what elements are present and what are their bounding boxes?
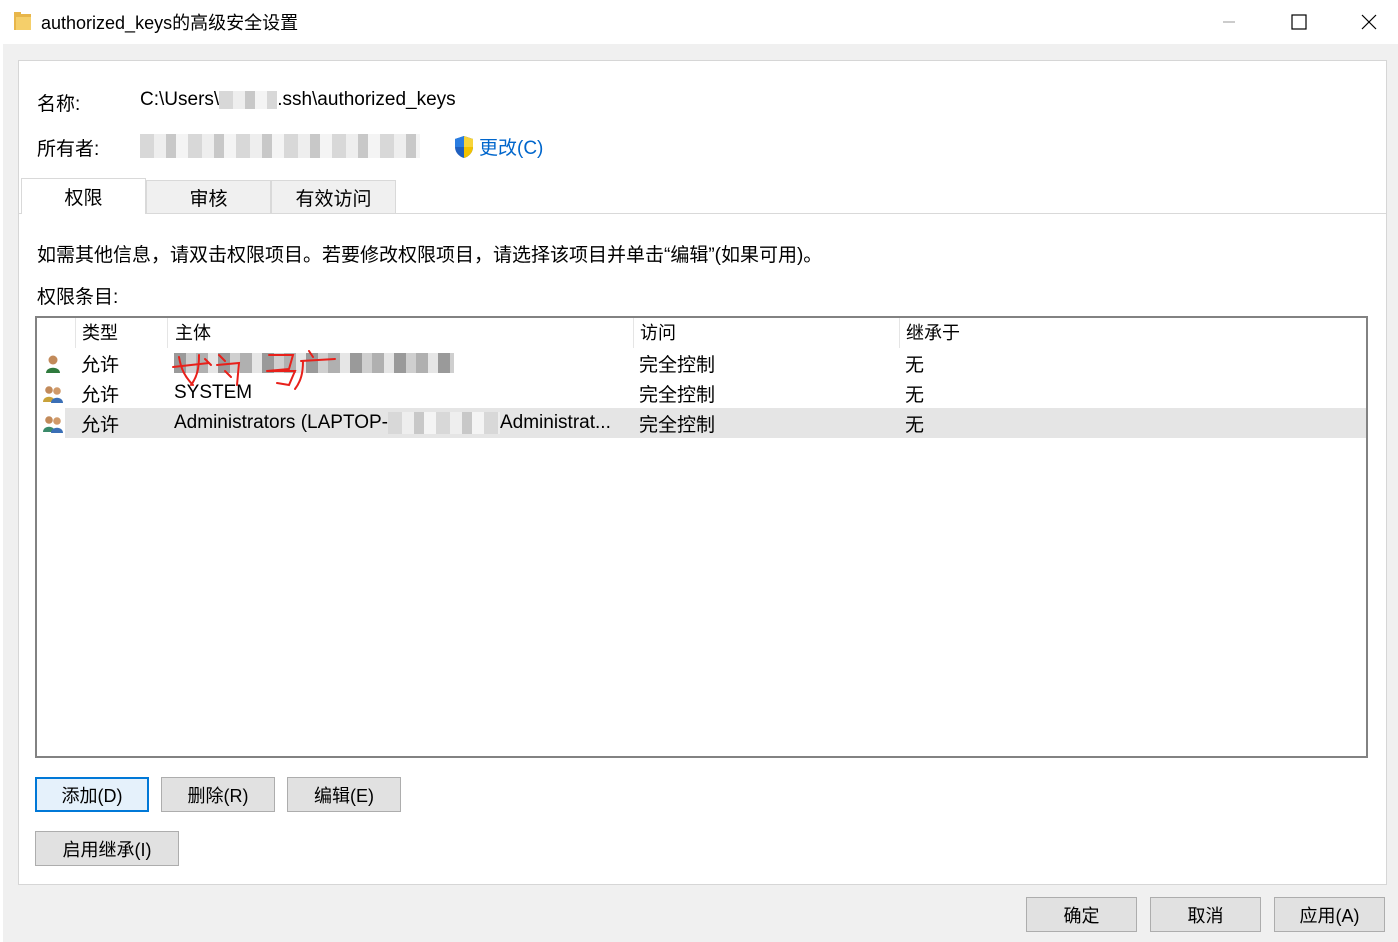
group-icon xyxy=(43,386,63,403)
column-separator[interactable] xyxy=(75,318,76,348)
name-prefix: C:\Users\ xyxy=(140,89,220,110)
change-owner-link[interactable]: 更改(C) xyxy=(453,133,543,160)
change-link-label: 更改(C) xyxy=(479,138,544,159)
principal-suffix: Administrat... xyxy=(499,412,611,433)
table-row[interactable]: 允许 Administrators (LAPTOP- Administrat...… xyxy=(37,408,1366,438)
minimize-button[interactable] xyxy=(1194,0,1264,44)
remove-button[interactable]: 删除(R) xyxy=(161,777,275,812)
edit-button[interactable]: 编辑(E) xyxy=(287,777,401,812)
column-header-principal[interactable]: 主体 xyxy=(170,318,211,346)
redacted-owner xyxy=(140,134,420,158)
enable-inheritance-button[interactable]: 启用继承(I) xyxy=(35,831,179,866)
tab-permissions[interactable]: 权限 xyxy=(21,178,146,214)
uac-shield-icon xyxy=(455,135,473,158)
title-bar: authorized_keys的高级安全设置 xyxy=(0,0,1398,44)
cancel-button[interactable]: 取消 xyxy=(1150,897,1261,932)
info-text: 如需其他信息，请双击权限项目。若要修改权限项目，请选择该项目并单击“编辑”(如果… xyxy=(37,245,823,266)
minimize-icon xyxy=(1223,21,1235,23)
permission-entries-list[interactable]: 类型 主体 访问 继承于 允许 完全控制 无 允许 SYSTEM 完全控制 无 … xyxy=(35,316,1368,758)
column-separator[interactable] xyxy=(899,318,900,348)
name-value[interactable]: C:\Users\ .ssh\authorized_keys xyxy=(140,89,456,111)
redacted-principal xyxy=(174,353,454,373)
row-inherited: 无 xyxy=(905,414,925,436)
user-icon xyxy=(46,355,60,373)
table-row[interactable]: 允许 SYSTEM 完全控制 无 xyxy=(37,378,1366,408)
tab-auditing[interactable]: 审核 xyxy=(146,180,271,213)
row-inherited: 无 xyxy=(905,384,925,406)
close-button[interactable] xyxy=(1334,0,1398,44)
row-principal: SYSTEM xyxy=(174,382,253,403)
name-label: 名称: xyxy=(37,94,81,115)
folder-icon xyxy=(14,12,31,30)
table-row[interactable]: 允许 完全控制 无 xyxy=(37,348,1366,378)
main-panel: 名称: C:\Users\ .ssh\authorized_keys 所有者: 更… xyxy=(18,60,1387,885)
maximize-icon xyxy=(1291,14,1307,30)
owner-label: 所有者: xyxy=(37,139,100,160)
principal-prefix: Administrators (LAPTOP- xyxy=(174,412,388,433)
row-type: 允许 xyxy=(81,354,120,376)
row-type: 允许 xyxy=(81,384,120,406)
apply-button[interactable]: 应用(A) xyxy=(1274,897,1385,932)
row-principal: Administrators (LAPTOP- Administrat... xyxy=(174,408,611,438)
tab-effective-access[interactable]: 有效访问 xyxy=(271,180,396,213)
window-edge xyxy=(0,44,3,942)
name-suffix: .ssh\authorized_keys xyxy=(277,89,456,110)
column-header-access[interactable]: 访问 xyxy=(635,318,676,346)
row-type: 允许 xyxy=(81,414,120,436)
tab-divider xyxy=(19,213,1386,214)
column-header-type[interactable]: 类型 xyxy=(77,318,118,346)
row-access: 完全控制 xyxy=(639,414,716,436)
ok-button[interactable]: 确定 xyxy=(1026,897,1137,932)
owner-value xyxy=(140,134,420,158)
close-icon xyxy=(1361,14,1377,30)
permission-entries-label: 权限条目: xyxy=(37,287,119,308)
row-inherited: 无 xyxy=(905,354,925,376)
window-title: authorized_keys的高级安全设置 xyxy=(41,13,299,33)
row-principal xyxy=(174,348,454,378)
redacted-computer-name xyxy=(387,412,500,434)
redacted-username xyxy=(219,90,278,109)
row-access: 完全控制 xyxy=(639,354,716,376)
add-button[interactable]: 添加(D) xyxy=(35,777,149,812)
group-icon xyxy=(43,416,63,433)
column-header-inherited-from[interactable]: 继承于 xyxy=(901,318,960,346)
column-separator[interactable] xyxy=(633,318,634,348)
row-access: 完全控制 xyxy=(639,384,716,406)
maximize-button[interactable] xyxy=(1264,0,1334,44)
column-separator[interactable] xyxy=(167,318,168,348)
tab-bar: 权限 审核 有效访问 xyxy=(21,178,1385,214)
